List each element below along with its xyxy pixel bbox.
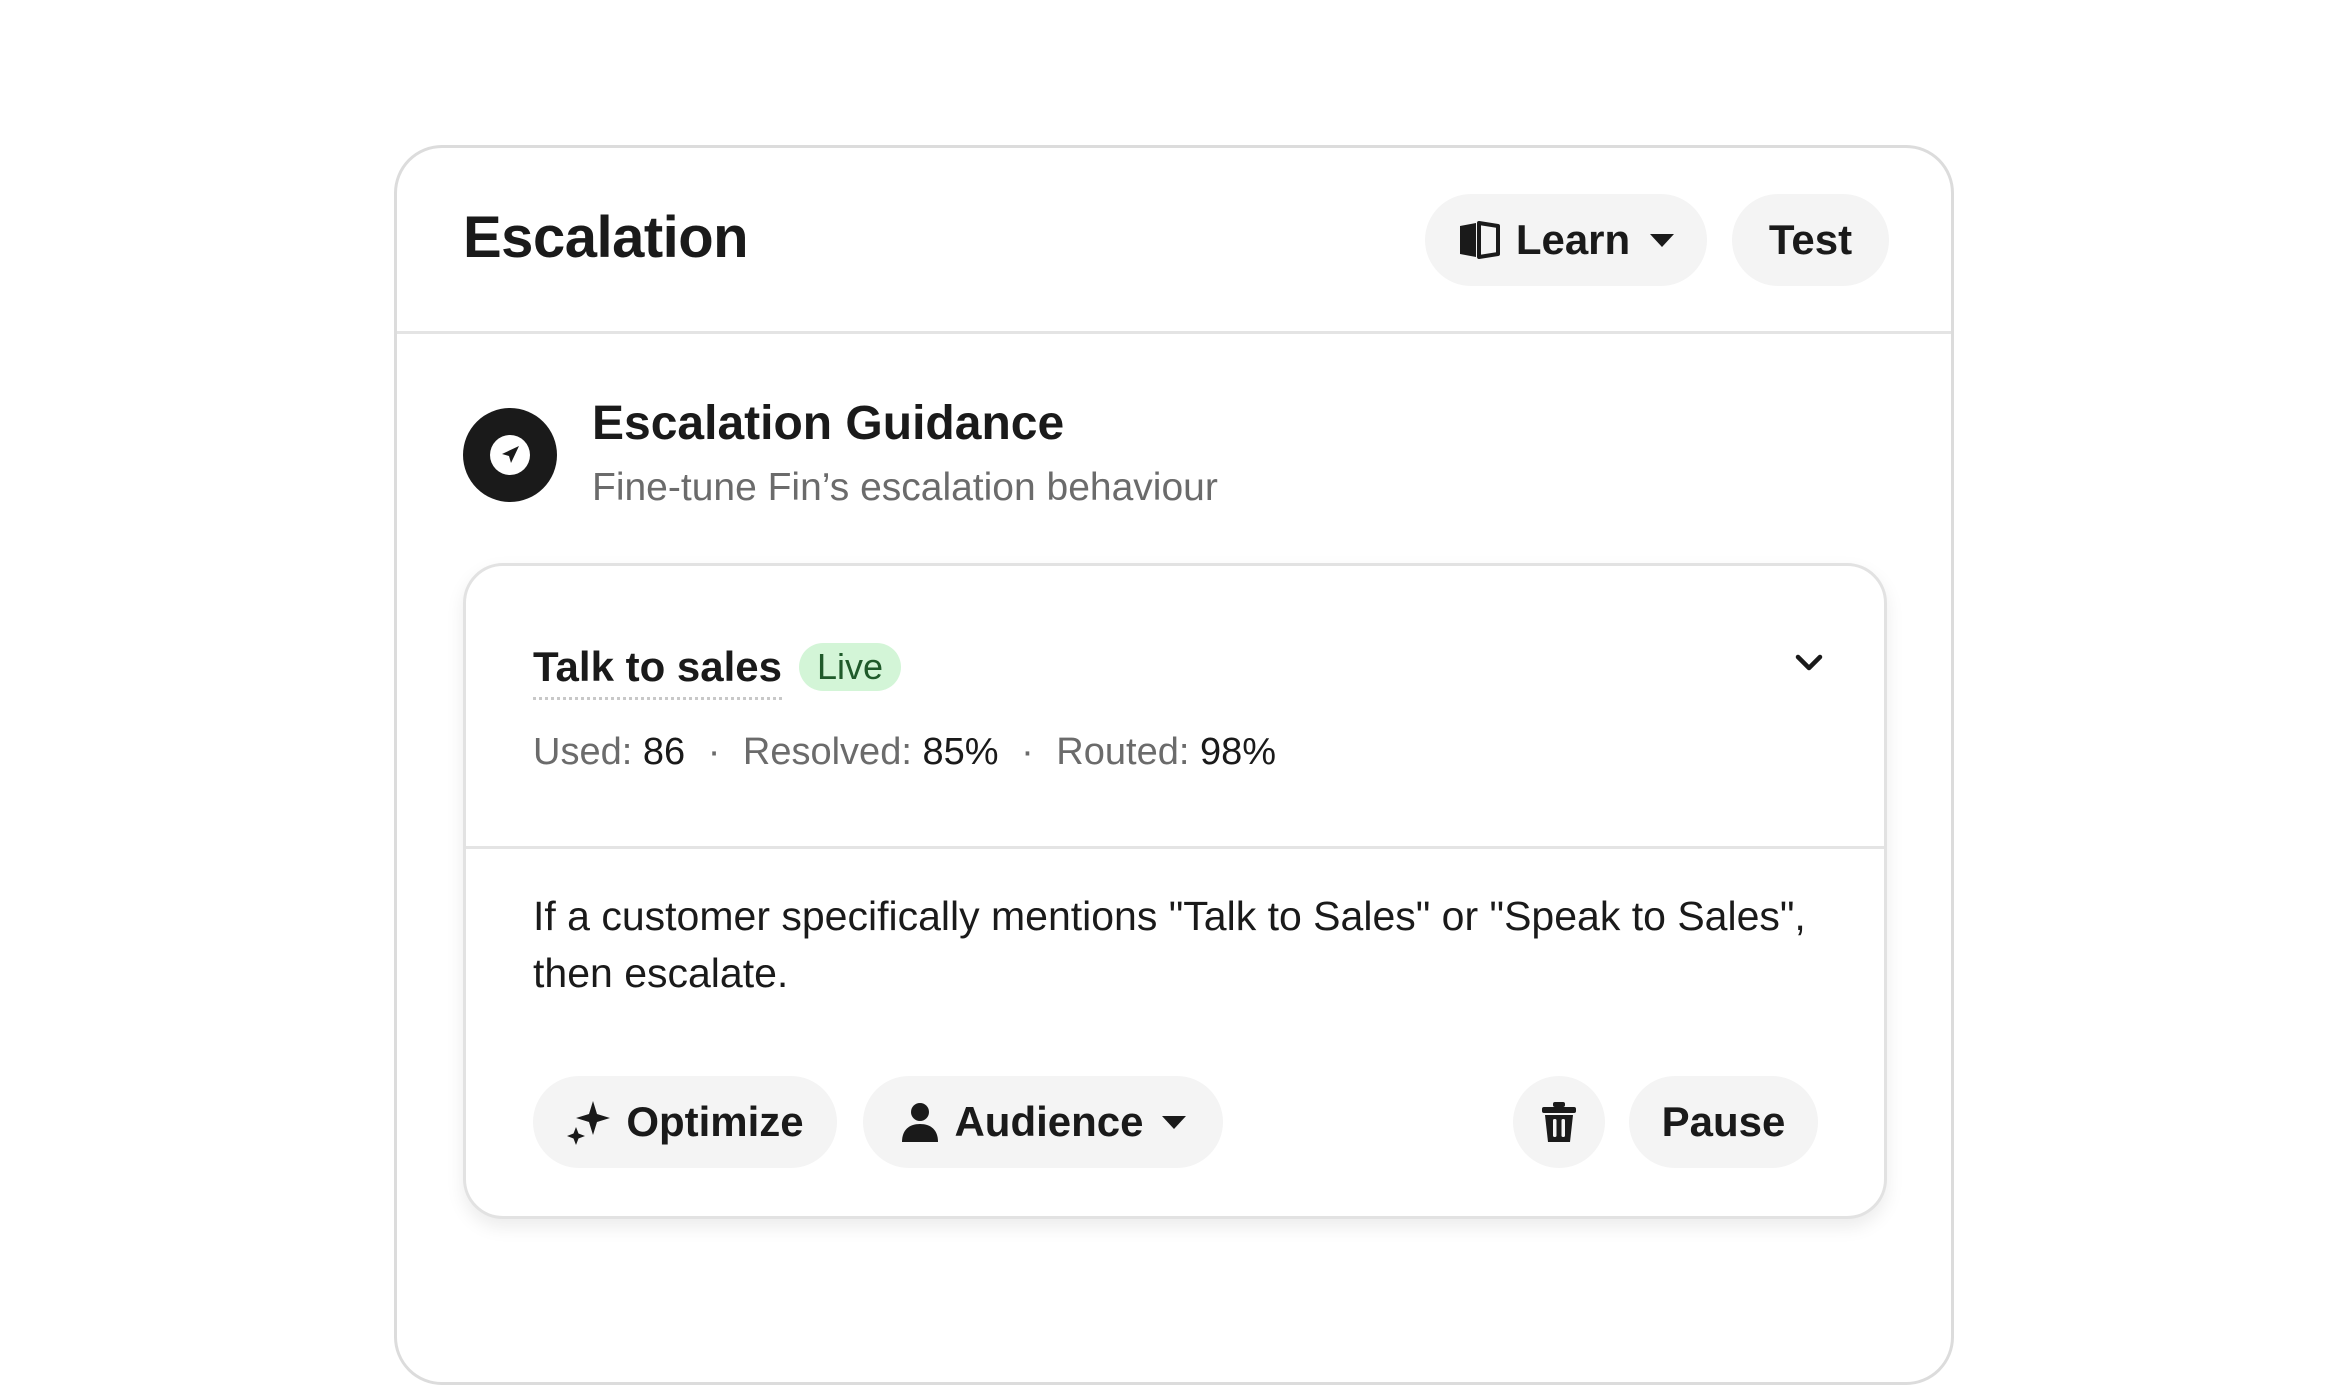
test-button[interactable]: Test bbox=[1732, 194, 1889, 286]
rule-card-header: Talk to sales Live Used: 86 · Resolved: … bbox=[466, 566, 1884, 849]
rule-stats: Used: 86 · Resolved: 85% · Routed: 98% bbox=[533, 731, 1276, 774]
chevron-down-icon[interactable] bbox=[1784, 643, 1834, 683]
rule-instruction: If a customer specifically mentions "Tal… bbox=[533, 893, 1806, 996]
panel-header: Escalation Learn Test bbox=[397, 148, 1951, 334]
stats-separator: · bbox=[1021, 731, 1034, 773]
routed-value: 98% bbox=[1199, 731, 1277, 773]
status-badge: Live bbox=[799, 643, 902, 691]
optimize-button-label: Optimize bbox=[626, 1098, 804, 1145]
audience-button-label: Audience bbox=[954, 1098, 1144, 1145]
resolved-label: Resolved: bbox=[742, 731, 912, 773]
resolved-value: 85% bbox=[922, 731, 999, 773]
trash-icon bbox=[1539, 1101, 1579, 1143]
section-subtitle: Fine-tune Fin’s escalation behaviour bbox=[592, 466, 1218, 509]
page-title: Escalation bbox=[463, 205, 749, 270]
pause-button[interactable]: Pause bbox=[1629, 1076, 1818, 1168]
optimize-button[interactable]: Optimize bbox=[533, 1076, 837, 1168]
sparkles-icon bbox=[566, 1099, 612, 1145]
audience-button[interactable]: Audience bbox=[863, 1076, 1223, 1168]
delete-button[interactable] bbox=[1513, 1076, 1605, 1168]
caret-down-icon bbox=[1650, 233, 1675, 247]
section-title: Escalation Guidance bbox=[592, 397, 1065, 450]
used-value: 86 bbox=[642, 731, 686, 773]
used-label: Used: bbox=[533, 731, 633, 773]
navigation-arrow-icon bbox=[463, 408, 557, 502]
routed-label: Routed: bbox=[1056, 731, 1190, 773]
person-icon bbox=[900, 1101, 940, 1143]
learn-button[interactable]: Learn bbox=[1425, 194, 1707, 286]
learn-button-label: Learn bbox=[1515, 216, 1631, 263]
rule-name[interactable]: Talk to sales bbox=[533, 643, 783, 700]
stats-separator: · bbox=[707, 731, 721, 773]
escalation-panel: Escalation Learn Test Escalation Guidanc… bbox=[394, 145, 1954, 1385]
book-open-icon bbox=[1458, 220, 1500, 260]
caret-down-icon bbox=[1161, 1115, 1186, 1129]
guidance-rule-card: Talk to sales Live Used: 86 · Resolved: … bbox=[463, 563, 1887, 1219]
